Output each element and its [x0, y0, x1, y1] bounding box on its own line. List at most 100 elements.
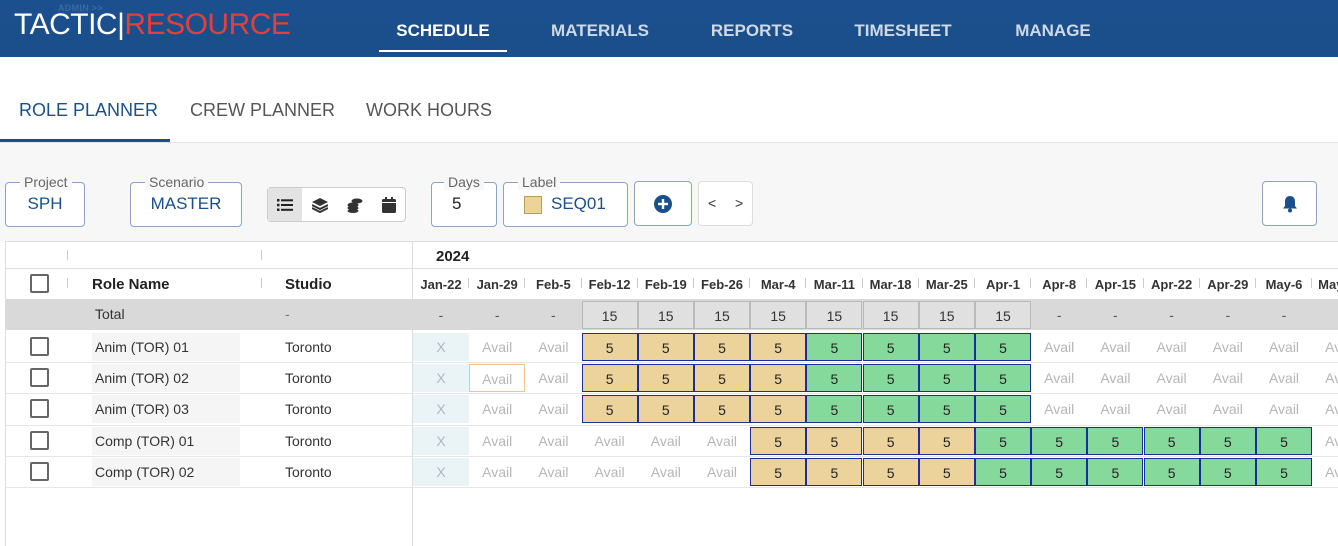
schedule-cell[interactable]: Avail	[638, 458, 694, 486]
schedule-cell[interactable]: Avail	[1031, 333, 1087, 361]
schedule-cell[interactable]: Avail	[694, 427, 750, 455]
schedule-cell[interactable]: X	[413, 333, 469, 361]
schedule-cell[interactable]: 5	[806, 333, 863, 361]
schedule-cell[interactable]: 5	[918, 426, 975, 455]
role-name-cell[interactable]: Anim (TOR) 01	[92, 333, 240, 361]
schedule-cell[interactable]: Avail	[469, 458, 525, 486]
schedule-cell[interactable]: 5	[637, 364, 694, 393]
nav-reports[interactable]: REPORTS	[700, 20, 804, 52]
schedule-cell[interactable]: X	[413, 457, 469, 486]
schedule-cell[interactable]: Avail	[1200, 333, 1256, 361]
scenario-select[interactable]: Scenario MASTER	[130, 174, 242, 227]
schedule-cell[interactable]: Avail	[1256, 364, 1312, 392]
schedule-cell[interactable]: Avail	[1312, 395, 1338, 423]
schedule-cell[interactable]: Avail	[638, 427, 694, 455]
schedule-cell[interactable]: 5	[1031, 457, 1088, 486]
tab-crew-planner[interactable]: CREW PLANNER	[190, 100, 335, 121]
schedule-cell[interactable]: Avail	[525, 333, 581, 361]
schedule-cell[interactable]: 5	[862, 426, 919, 455]
studio-header[interactable]: Studio	[285, 276, 332, 293]
schedule-cell[interactable]: 5	[918, 333, 975, 361]
schedule-cell[interactable]: Avail	[525, 427, 581, 455]
schedule-cell[interactable]: Avail	[469, 333, 525, 361]
schedule-cell[interactable]: Avail	[1200, 364, 1256, 392]
prev-button[interactable]: <	[708, 195, 716, 211]
role-name-cell[interactable]: Anim (TOR) 03	[92, 395, 240, 424]
schedule-cell[interactable]: 5	[862, 395, 919, 424]
schedule-cell[interactable]: 5	[1143, 426, 1200, 455]
role-name-cell[interactable]: Anim (TOR) 02	[92, 364, 240, 393]
schedule-cell[interactable]: Avail	[582, 458, 638, 486]
schedule-cell[interactable]: Avail	[1144, 364, 1200, 392]
schedule-cell[interactable]: Avail	[469, 395, 525, 423]
schedule-cell[interactable]: Avail	[1031, 395, 1087, 423]
schedule-cell[interactable]: 5	[806, 364, 863, 393]
row-checkbox[interactable]	[30, 430, 49, 450]
schedule-cell[interactable]: Avail	[1200, 395, 1256, 423]
schedule-cell[interactable]: 5	[750, 457, 807, 486]
next-button[interactable]: >	[735, 195, 743, 211]
schedule-cell[interactable]: 5	[1143, 457, 1200, 486]
schedule-cell[interactable]: Avail	[469, 427, 525, 455]
row-checkbox[interactable]	[30, 399, 49, 419]
schedule-cell[interactable]: 5	[862, 457, 919, 486]
schedule-cell[interactable]: Avail	[1087, 364, 1143, 392]
schedule-cell[interactable]: 5	[918, 364, 975, 393]
tab-work-hours[interactable]: WORK HOURS	[366, 100, 492, 121]
schedule-cell[interactable]: 5	[1031, 426, 1088, 455]
schedule-cell[interactable]: Avail	[1312, 364, 1338, 392]
schedule-cell[interactable]: X	[413, 395, 469, 424]
schedule-cell[interactable]: 5	[750, 426, 807, 455]
schedule-cell[interactable]: Avail	[582, 427, 638, 455]
schedule-cell[interactable]: Avail	[1087, 395, 1143, 423]
schedule-cell[interactable]: 5	[581, 364, 638, 393]
schedule-cell[interactable]: Avail	[1312, 458, 1338, 486]
row-checkbox[interactable]	[30, 461, 49, 481]
coins-view-button[interactable]	[338, 188, 372, 221]
notifications-button[interactable]	[1262, 181, 1317, 226]
schedule-cell[interactable]: Avail	[525, 364, 581, 392]
list-view-button[interactable]	[268, 188, 302, 221]
schedule-cell[interactable]: Avail	[1256, 333, 1312, 361]
schedule-cell[interactable]: 5	[1087, 457, 1144, 486]
schedule-cell[interactable]: 5	[750, 364, 807, 393]
schedule-cell[interactable]: Avail	[1144, 395, 1200, 423]
column-resize-handle[interactable]	[67, 278, 68, 288]
schedule-cell[interactable]: 5	[1199, 457, 1256, 486]
nav-materials[interactable]: MATERIALS	[540, 20, 660, 52]
schedule-cell[interactable]: X	[413, 364, 469, 393]
column-resize-handle[interactable]	[261, 250, 262, 260]
days-field[interactable]: Days 5	[431, 174, 497, 227]
schedule-cell[interactable]: 5	[806, 426, 863, 455]
layers-view-button[interactable]	[303, 188, 337, 221]
schedule-cell[interactable]: 5	[1256, 457, 1312, 486]
label-select[interactable]: Label SEQ01	[503, 174, 628, 227]
tab-role-planner[interactable]: ROLE PLANNER	[19, 100, 158, 121]
schedule-cell[interactable]: Avail	[525, 458, 581, 486]
schedule-cell[interactable]: X	[413, 426, 469, 455]
select-all-checkbox[interactable]	[30, 274, 49, 293]
schedule-cell[interactable]: 5	[581, 395, 638, 424]
schedule-cell[interactable]: 5	[806, 395, 863, 424]
schedule-cell[interactable]: 5	[694, 364, 750, 393]
schedule-cell[interactable]: 5	[694, 395, 750, 424]
add-button[interactable]	[634, 181, 692, 226]
role-name-cell[interactable]: Comp (TOR) 02	[92, 457, 240, 486]
schedule-cell[interactable]: Avail	[1256, 395, 1312, 423]
column-resize-handle[interactable]	[67, 250, 68, 260]
schedule-cell[interactable]: 5	[637, 395, 694, 424]
calendar-view-button[interactable]	[372, 188, 406, 221]
schedule-cell[interactable]: Avail	[469, 364, 526, 393]
column-resize-handle[interactable]	[261, 278, 262, 288]
schedule-cell[interactable]: 5	[581, 333, 638, 361]
schedule-cell[interactable]: 5	[862, 364, 919, 393]
schedule-cell[interactable]: 5	[806, 457, 863, 486]
nav-timesheet[interactable]: TIMESHEET	[843, 20, 963, 52]
schedule-cell[interactable]: Avail	[1031, 364, 1087, 392]
schedule-cell[interactable]: 5	[750, 333, 807, 361]
schedule-cell[interactable]: 5	[637, 333, 694, 361]
row-checkbox[interactable]	[30, 368, 49, 388]
role-name-cell[interactable]: Comp (TOR) 01	[92, 426, 240, 455]
schedule-cell[interactable]: 5	[694, 333, 750, 361]
schedule-cell[interactable]: 5	[862, 333, 919, 361]
